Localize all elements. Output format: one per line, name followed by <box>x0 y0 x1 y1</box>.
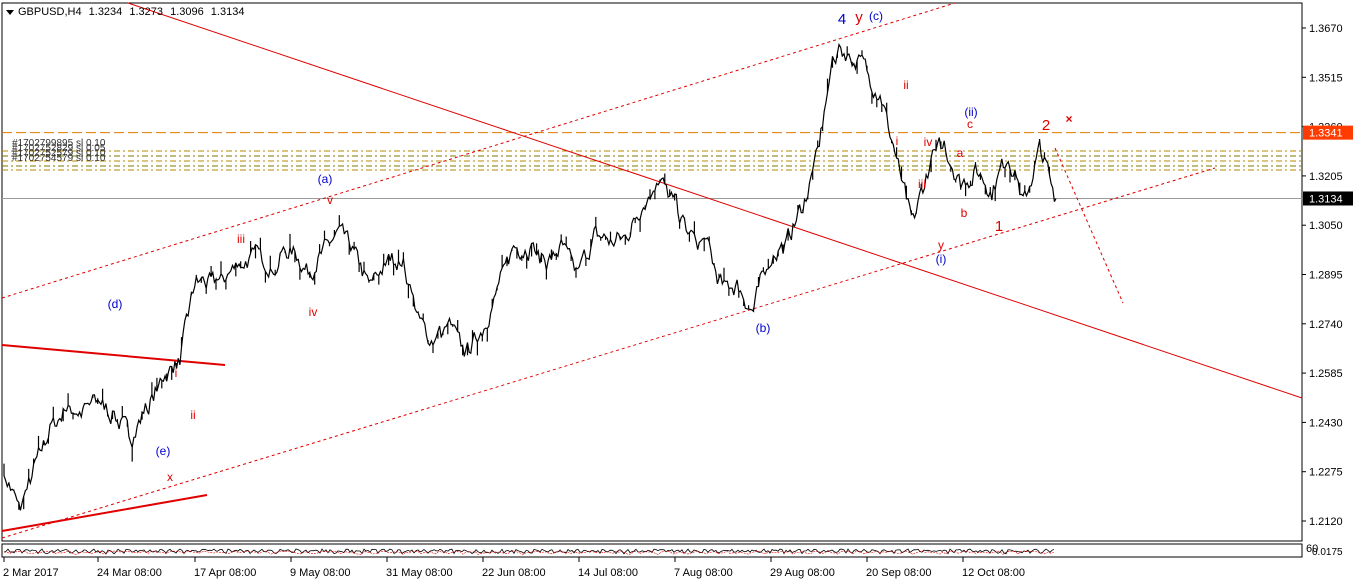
wave-label: (e) <box>156 444 171 458</box>
order-label[interactable]: #1702754579 sl 0.10 <box>12 154 105 164</box>
wave-label: (i) <box>936 252 947 266</box>
wave-label: iv <box>309 305 318 319</box>
time-tick-label: 22 Jun 08:00 <box>482 567 546 579</box>
price-tick-label: 1.2275 <box>1309 467 1343 479</box>
price-tick-label: 1.3050 <box>1309 220 1343 232</box>
wave-label: ii <box>190 408 195 422</box>
price-tick-label: 1.2120 <box>1309 516 1343 528</box>
wave-label: v <box>327 193 333 207</box>
price-chart[interactable]: (d)(e)xiiiiiiivv(a)(b)4 y (c)iii iviiiy(i)(… <box>0 0 1356 584</box>
wave-label: y <box>938 238 944 252</box>
chart-window[interactable]: (d) (e) x i ii iii iv v (a) (b) 4 y (c) ii i iv iii y (i)(… <box>0 0 1356 584</box>
price-tick-label: 1.2430 <box>1309 417 1343 429</box>
wave-label: 4 <box>838 11 846 28</box>
close-value: 1.3134 <box>210 6 245 18</box>
level-price-label: 1.3341 <box>1309 128 1343 140</box>
wave-label: (d) <box>108 297 123 311</box>
wave-label: a <box>957 146 964 160</box>
wave-label: x <box>167 470 173 484</box>
ohlc-header: GBPUSD,H4 1.3234 1.3273 1.3096 1.3134 <box>6 6 248 18</box>
indicator-frame <box>1 543 1303 558</box>
time-tick-label: 7 Aug 08:00 <box>674 567 733 579</box>
time-tick-label: 20 Sep 08:00 <box>866 567 931 579</box>
price-tick-label: 1.3205 <box>1309 171 1343 183</box>
wave-label: iii <box>918 177 926 191</box>
wave-label: y <box>855 9 863 26</box>
indicator-subwindow[interactable]: 600.0175 <box>1 543 1343 558</box>
price-tick-label: 1.2585 <box>1309 368 1343 380</box>
wave-label: 2 <box>1042 117 1050 134</box>
plot-area[interactable] <box>1 2 1303 542</box>
wave-label: (b) <box>756 321 771 335</box>
wave-label: ii <box>903 78 908 92</box>
price-tick-label: 1.2895 <box>1309 270 1343 282</box>
time-tick-label: 29 Aug 08:00 <box>770 567 835 579</box>
wave-label: (c) <box>869 9 883 23</box>
time-tick-label: 17 Apr 08:00 <box>194 567 256 579</box>
current-price-label: 1.3134 <box>1309 193 1343 205</box>
wave-label: × <box>1065 112 1072 126</box>
wave-label: (a) <box>318 172 333 186</box>
time-axis: 2 Mar 2017 24 Mar 08:00 17 Apr 08:00 9 May … <box>3 557 1025 579</box>
time-tick-label: 14 Jul 08:00 <box>578 567 638 579</box>
time-tick-label: 9 May 08:00 <box>290 567 351 579</box>
wave-label: i <box>896 134 899 148</box>
wave-label: i <box>175 366 178 380</box>
symbol-menu-icon[interactable] <box>6 9 14 15</box>
low-value: 1.3096 <box>170 6 204 18</box>
price-axis: 1.36701.35151.33601.32051.30501.28951.27… <box>1302 23 1353 528</box>
wave-label: iii <box>237 232 245 246</box>
open-value: 1.3234 <box>88 6 123 18</box>
time-tick-label: 24 Mar 08:00 <box>97 567 162 579</box>
time-tick-label: 12 Oct 08:00 <box>962 567 1025 579</box>
price-tick-label: 1.3670 <box>1309 23 1343 35</box>
high-value: 1.3273 <box>129 6 164 18</box>
stop-loss-order-labels: #1702799895 sl 0.10 #1702752829 sl 0.05 … <box>12 139 105 164</box>
wave-label: c <box>967 117 973 131</box>
time-tick-label: 2 Mar 2017 <box>3 567 59 579</box>
wave-label: iv <box>924 135 933 149</box>
wave-label: b <box>961 206 968 220</box>
time-tick-label: 31 May 08:00 <box>386 567 453 579</box>
symbol-timeframe: GBPUSD,H4 <box>18 6 82 18</box>
wave-label: 1 <box>995 218 1003 235</box>
price-tick-label: 1.2740 <box>1309 319 1343 331</box>
price-tick-label: 1.3515 <box>1309 72 1343 84</box>
indicator-tick-label: 0.0175 <box>1312 547 1343 558</box>
